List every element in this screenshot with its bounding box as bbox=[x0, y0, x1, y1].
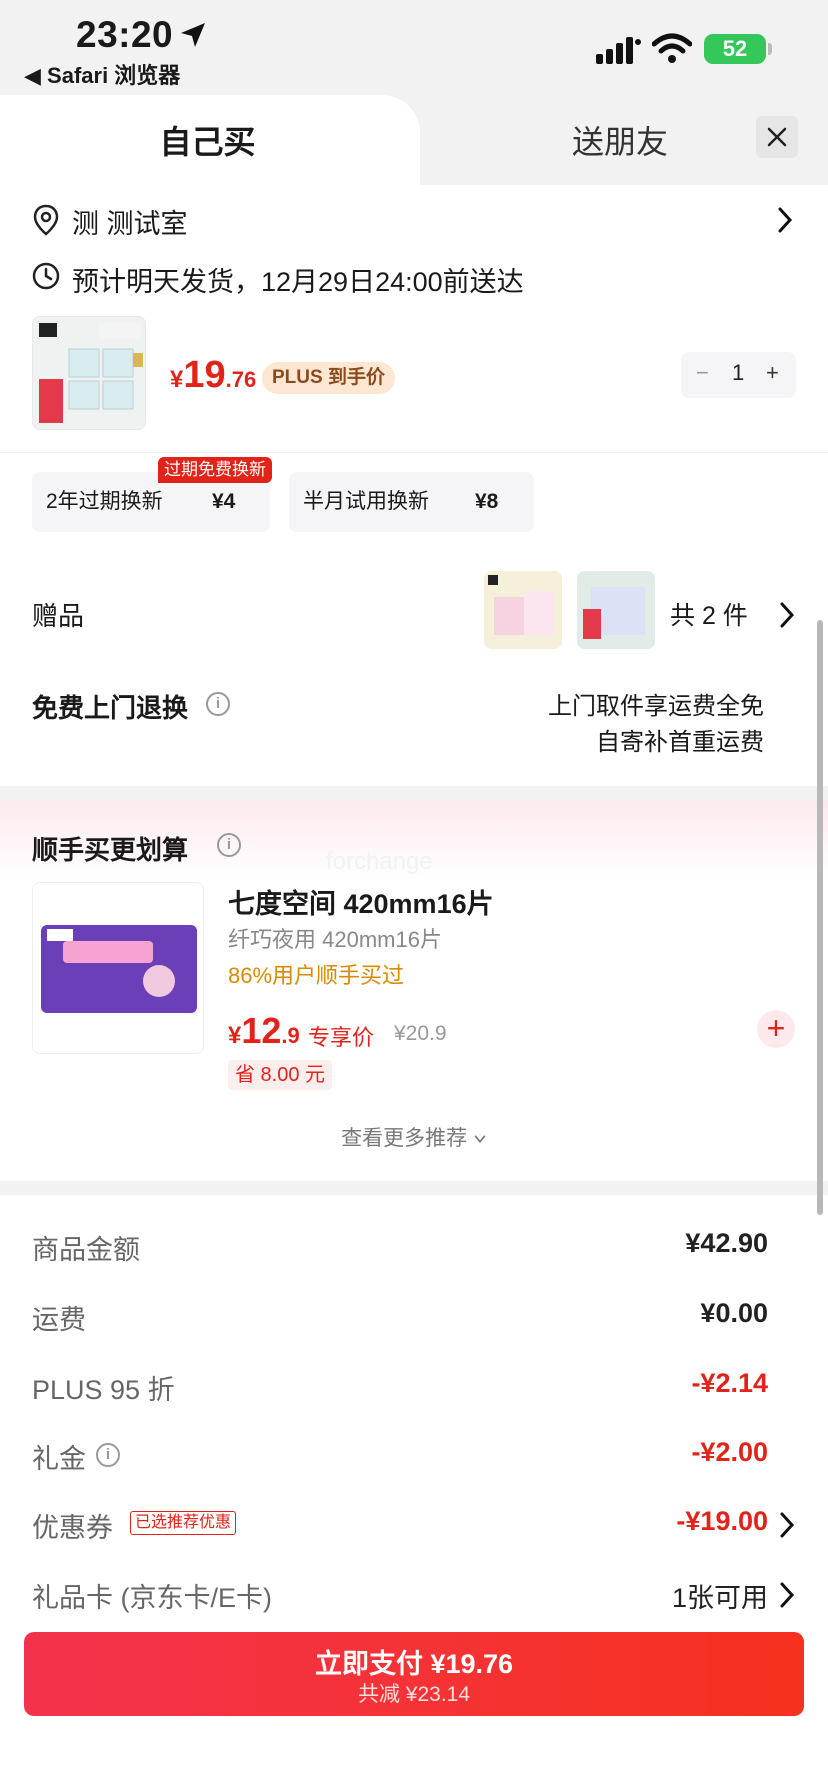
price-decimal: .9 bbox=[281, 1023, 300, 1048]
summary-label: 优惠券 bbox=[32, 1513, 113, 1543]
total-savings-label: 共减 ¥23.14 bbox=[357, 1683, 471, 1706]
summary-label: 商品金额 bbox=[32, 1235, 140, 1265]
gift-product-image bbox=[484, 571, 562, 649]
recommend-price: ¥12.9 bbox=[228, 1010, 300, 1052]
savings-badge: 省 8.00 元 bbox=[228, 1060, 333, 1090]
summary-value: ¥42.90 bbox=[685, 1228, 768, 1258]
delivery-row: 预计明天发货，12月29日24:00前送达 bbox=[32, 258, 800, 298]
price-currency: ¥ bbox=[170, 366, 184, 393]
section-gap bbox=[0, 1181, 828, 1195]
price-integer: 12 bbox=[241, 1010, 282, 1051]
add-to-order-button[interactable]: + bbox=[757, 1010, 795, 1048]
clock-icon bbox=[32, 262, 60, 290]
chevron-right-icon bbox=[778, 207, 793, 233]
summary-row-goods-amount: 商品金额 ¥42.90 bbox=[32, 1228, 768, 1268]
gift-image[interactable] bbox=[484, 571, 562, 649]
return-policy-line-2: 自寄补首重运费 bbox=[596, 729, 764, 756]
price-currency: ¥ bbox=[228, 1022, 242, 1049]
recommend-title: 顺手买更划算 bbox=[32, 835, 189, 865]
info-icon[interactable]: i bbox=[96, 1443, 120, 1467]
return-policy-line-1: 上门取件享运费全免 bbox=[548, 693, 764, 720]
section-gap bbox=[0, 786, 828, 800]
summary-label: PLUS 95 折 bbox=[32, 1375, 175, 1405]
address-row[interactable]: 测 测试室 bbox=[32, 200, 800, 240]
chevron-down-icon bbox=[474, 1135, 486, 1144]
coupon-recommended-tag: 已选推荐优惠 bbox=[130, 1511, 237, 1535]
quantity-stepper: − 1 + bbox=[681, 352, 796, 398]
delivery-estimate: 预计明天发货，12月29日24:00前送达 bbox=[72, 267, 524, 297]
chevron-right-icon[interactable] bbox=[778, 1510, 796, 1540]
free-return-label: 免费上门退换 bbox=[32, 693, 189, 723]
watermark: forchange bbox=[326, 848, 433, 875]
product-package-image bbox=[33, 317, 145, 429]
plus-price-tag: PLUS 到手价 bbox=[262, 362, 395, 394]
battery-tip bbox=[768, 43, 772, 55]
back-to-safari-link[interactable]: ◀ Safari 浏览器 bbox=[24, 58, 180, 90]
battery-indicator: 52 bbox=[704, 34, 766, 64]
recommend-product-spec: 纤巧夜用 420mm16片 bbox=[228, 927, 442, 952]
summary-label: 礼金 bbox=[32, 1444, 86, 1474]
summary-row-plus-discount: PLUS 95 折 -¥2.14 bbox=[32, 1368, 768, 1408]
recommend-product-name[interactable]: 七度空间 420mm16片 bbox=[228, 882, 494, 921]
summary-value: ¥0.00 bbox=[700, 1298, 768, 1328]
pay-now-button[interactable]: 立即支付 ¥19.76 共减 ¥23.14 bbox=[24, 1632, 804, 1716]
status-bar: 23:20 ◀ Safari 浏览器 52 bbox=[0, 0, 828, 95]
pay-now-label: 立即支付 ¥19.76 bbox=[314, 1649, 514, 1679]
service-name: 2年过期换新 bbox=[46, 490, 163, 513]
divider bbox=[0, 452, 828, 453]
service-option-trial-renew[interactable]: 半月试用换新 ¥8 bbox=[289, 472, 534, 532]
tab-self-buy[interactable]: 自己买 bbox=[0, 95, 420, 185]
free-renew-badge: 过期免费换新 bbox=[158, 457, 272, 483]
price-integer: 19 bbox=[183, 354, 226, 396]
wifi-icon bbox=[652, 33, 692, 63]
summary-value: -¥2.00 bbox=[691, 1437, 768, 1467]
info-icon[interactable]: i bbox=[206, 692, 230, 716]
summary-row-cash-gift: 礼金 i -¥2.00 bbox=[32, 1437, 768, 1477]
summary-label: 运费 bbox=[32, 1305, 86, 1335]
purchase-mode-tabs: 自己买 送朋友 bbox=[0, 95, 828, 185]
tab-self-buy-label: 自己买 bbox=[159, 124, 256, 160]
gift-product-image bbox=[577, 571, 655, 649]
see-more-recommendations-link[interactable]: 查看更多推荐 bbox=[0, 1122, 828, 1152]
recommend-product-image[interactable] bbox=[32, 882, 204, 1054]
price-decimal: .76 bbox=[225, 367, 257, 392]
gift-image[interactable] bbox=[577, 571, 655, 649]
close-button[interactable] bbox=[756, 116, 798, 158]
chevron-right-icon[interactable] bbox=[778, 600, 796, 630]
quantity-plus-button[interactable]: + bbox=[766, 360, 779, 386]
original-price: ¥20.9 bbox=[394, 1022, 447, 1045]
address-text: 测 测试室 bbox=[72, 209, 188, 239]
see-more-label: 查看更多推荐 bbox=[341, 1127, 468, 1150]
cellular-signal-icon bbox=[596, 37, 641, 64]
service-price: ¥8 bbox=[475, 490, 499, 513]
summary-row-coupon[interactable]: 优惠券 已选推荐优惠 -¥19.00 bbox=[32, 1506, 768, 1546]
summary-row-shipping: 运费 ¥0.00 bbox=[32, 1298, 768, 1338]
gift-count[interactable]: 共 2 件 bbox=[670, 596, 748, 632]
summary-label: 礼品卡 (京东卡/E卡) bbox=[32, 1583, 272, 1613]
recommend-bought-rate: 86%用户顺手买过 bbox=[228, 963, 405, 988]
service-name: 半月试用换新 bbox=[303, 490, 429, 513]
exclusive-price-label: 专享价 bbox=[308, 1025, 375, 1050]
product-price: ¥19.76 bbox=[170, 354, 256, 397]
scrollbar[interactable] bbox=[817, 620, 823, 1215]
summary-value: -¥2.14 bbox=[691, 1368, 768, 1398]
summary-row-gift-card[interactable]: 礼品卡 (京东卡/E卡) 1张可用 bbox=[32, 1576, 768, 1616]
location-arrow-icon bbox=[181, 23, 205, 47]
gift-label: 赠品 bbox=[32, 601, 85, 631]
product-image[interactable] bbox=[32, 316, 146, 430]
quantity-minus-button[interactable]: − bbox=[696, 360, 709, 386]
sanitary-pad-package-image bbox=[33, 883, 203, 1053]
chevron-right-icon[interactable] bbox=[778, 1580, 796, 1610]
location-pin-icon bbox=[33, 204, 59, 236]
info-icon[interactable]: i bbox=[217, 833, 241, 857]
status-time: 23:20 bbox=[76, 14, 174, 55]
summary-value: 1张可用 bbox=[671, 1583, 768, 1613]
quantity-value[interactable]: 1 bbox=[732, 360, 744, 386]
close-icon bbox=[767, 127, 787, 147]
summary-value: -¥19.00 bbox=[676, 1506, 768, 1536]
